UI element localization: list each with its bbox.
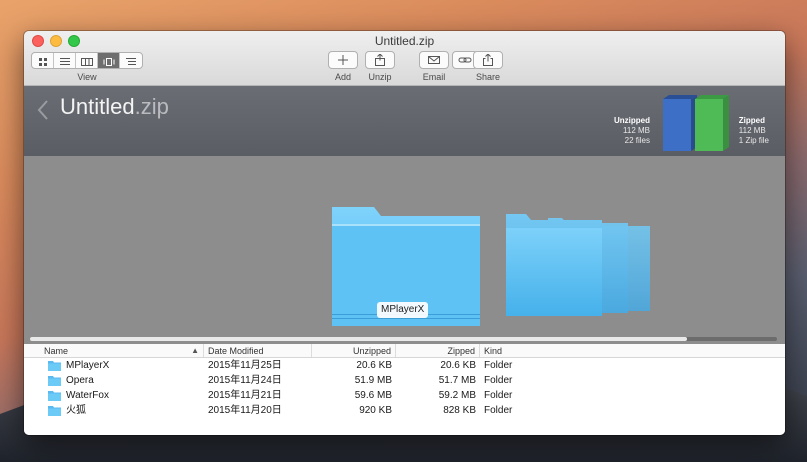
unzip-button[interactable]: Unzip xyxy=(358,51,402,82)
sort-ascending-icon: ▲ xyxy=(191,346,199,355)
row-date: 2015年11月24日 xyxy=(208,375,282,386)
col-zipped-header[interactable]: Zipped xyxy=(396,344,480,357)
archive-title: Untitled.zip xyxy=(60,94,169,120)
table-row[interactable]: MPlayerX 2015年11月25日 20.6 KB 20.6 KB Fol… xyxy=(24,358,785,373)
row-zipped: 51.7 MB xyxy=(438,375,476,386)
table-row[interactable]: 火狐 2015年11月20日 920 KB 828 KB Folder xyxy=(24,403,785,418)
col-date-header[interactable]: Date Modified xyxy=(204,344,312,357)
col-unzipped-label: Unzipped xyxy=(352,346,391,356)
row-name: Opera xyxy=(66,375,94,386)
row-kind: Folder xyxy=(484,390,513,401)
row-name: MPlayerX xyxy=(66,360,110,371)
view-icons-button[interactable] xyxy=(32,53,54,68)
archive-header: Untitled.zip Unzipped 112 MB 22 files Zi… xyxy=(24,86,785,156)
zipped-bar-side xyxy=(723,95,729,151)
envelope-icon xyxy=(428,56,440,64)
view-outline-button[interactable] xyxy=(120,53,142,68)
coverflow-scroll-thumb[interactable] xyxy=(30,337,688,341)
row-date: 2015年11月20日 xyxy=(208,405,282,416)
row-name: 火狐 xyxy=(66,405,86,416)
view-columns-button[interactable] xyxy=(76,53,98,68)
col-name-label: Name xyxy=(44,346,69,356)
archive-base-name: Untitled xyxy=(60,94,135,119)
back-chevron-icon[interactable] xyxy=(36,98,50,122)
add-button-face xyxy=(328,51,358,69)
table-row[interactable]: WaterFox 2015年11月21日 59.6 MB 59.2 MB Fol… xyxy=(24,388,785,403)
folder-icon-back-1[interactable] xyxy=(506,214,602,316)
size-comparison-graphic xyxy=(663,95,729,151)
folder-icon xyxy=(48,360,61,371)
coverflow-scrollbar[interactable] xyxy=(30,337,777,341)
row-name-cell: Opera xyxy=(24,373,204,388)
zipped-bar xyxy=(695,99,723,151)
zipped-title: Zipped xyxy=(738,116,765,125)
row-kind: Folder xyxy=(484,375,513,386)
zipped-stats: Zipped 112 MB 1 Zip file xyxy=(739,116,769,146)
archive-extension: .zip xyxy=(134,94,169,119)
row-date: 2015年11月21日 xyxy=(208,390,282,401)
row-kind: Folder xyxy=(484,405,513,416)
app-window: Untitled.zip View Add Unzip Email Share … xyxy=(24,31,785,435)
share-button[interactable]: Share xyxy=(466,51,510,82)
row-name-cell: 火狐 xyxy=(24,403,204,418)
email-button-face xyxy=(419,51,449,69)
table-row[interactable]: Opera 2015年11月24日 51.9 MB 51.7 MB Folder xyxy=(24,373,785,388)
col-unzipped-header[interactable]: Unzipped xyxy=(312,344,396,357)
unzip-label: Unzip xyxy=(368,72,392,82)
unzipped-size: 112 MB xyxy=(623,126,650,135)
share-button-face xyxy=(473,51,503,69)
col-kind-label: Kind xyxy=(484,346,503,356)
zipped-size: 112 MB xyxy=(738,126,766,135)
col-name-header[interactable]: Name ▲ xyxy=(24,344,204,357)
share-label: Share xyxy=(475,72,501,82)
list-icon xyxy=(59,57,70,65)
row-name-cell: WaterFox xyxy=(24,388,204,403)
coverflow-preview: MPlayerX xyxy=(24,156,785,344)
row-date: 2015年11月25日 xyxy=(208,360,282,371)
folder-icon xyxy=(48,390,61,401)
unzipped-count: 22 files xyxy=(624,136,650,145)
col-zipped-label: Zipped xyxy=(447,346,475,356)
row-kind: Folder xyxy=(484,360,513,371)
zipped-count: 1 Zip file xyxy=(738,136,769,145)
unzip-icon xyxy=(375,54,385,66)
unzipped-title: Unzipped xyxy=(614,116,650,125)
file-table: Name ▲ Date Modified Unzipped Zipped Kind… xyxy=(24,344,785,435)
row-unzipped: 59.6 MB xyxy=(354,390,392,401)
row-zipped: 20.6 KB xyxy=(440,360,476,371)
view-list-button[interactable] xyxy=(54,53,76,68)
grid-icon xyxy=(38,57,47,66)
row-zipped: 59.2 MB xyxy=(438,390,476,401)
view-label: View xyxy=(77,72,97,82)
unzipped-stats: Unzipped 112 MB 22 files xyxy=(614,116,650,146)
email-label: Email xyxy=(422,72,446,82)
plus-icon xyxy=(338,55,348,65)
share-icon xyxy=(483,54,493,66)
row-unzipped: 51.9 MB xyxy=(354,375,392,386)
coverflow-icon xyxy=(103,57,114,66)
row-name: WaterFox xyxy=(66,390,109,401)
row-unzipped: 920 KB xyxy=(359,405,392,416)
row-unzipped: 20.6 KB xyxy=(356,360,392,371)
unzipped-bar xyxy=(663,99,691,151)
view-segmented-control xyxy=(31,52,143,69)
view-mode-group: View xyxy=(31,52,143,82)
col-kind-header[interactable]: Kind xyxy=(480,344,785,357)
selected-item-label: MPlayerX xyxy=(377,302,429,318)
row-name-cell: MPlayerX xyxy=(24,358,204,373)
unzip-button-face xyxy=(365,51,395,69)
toolbar: Untitled.zip View Add Unzip Email Share xyxy=(24,31,785,86)
window-title: Untitled.zip xyxy=(374,34,435,48)
col-date-label: Date Modified xyxy=(208,346,264,356)
folder-icon xyxy=(48,405,61,416)
table-header: Name ▲ Date Modified Unzipped Zipped Kind xyxy=(24,344,785,358)
columns-icon xyxy=(80,57,93,66)
view-coverflow-button[interactable] xyxy=(98,53,120,68)
outline-icon xyxy=(126,57,136,65)
folder-icon xyxy=(48,375,61,386)
row-zipped: 828 KB xyxy=(443,405,476,416)
